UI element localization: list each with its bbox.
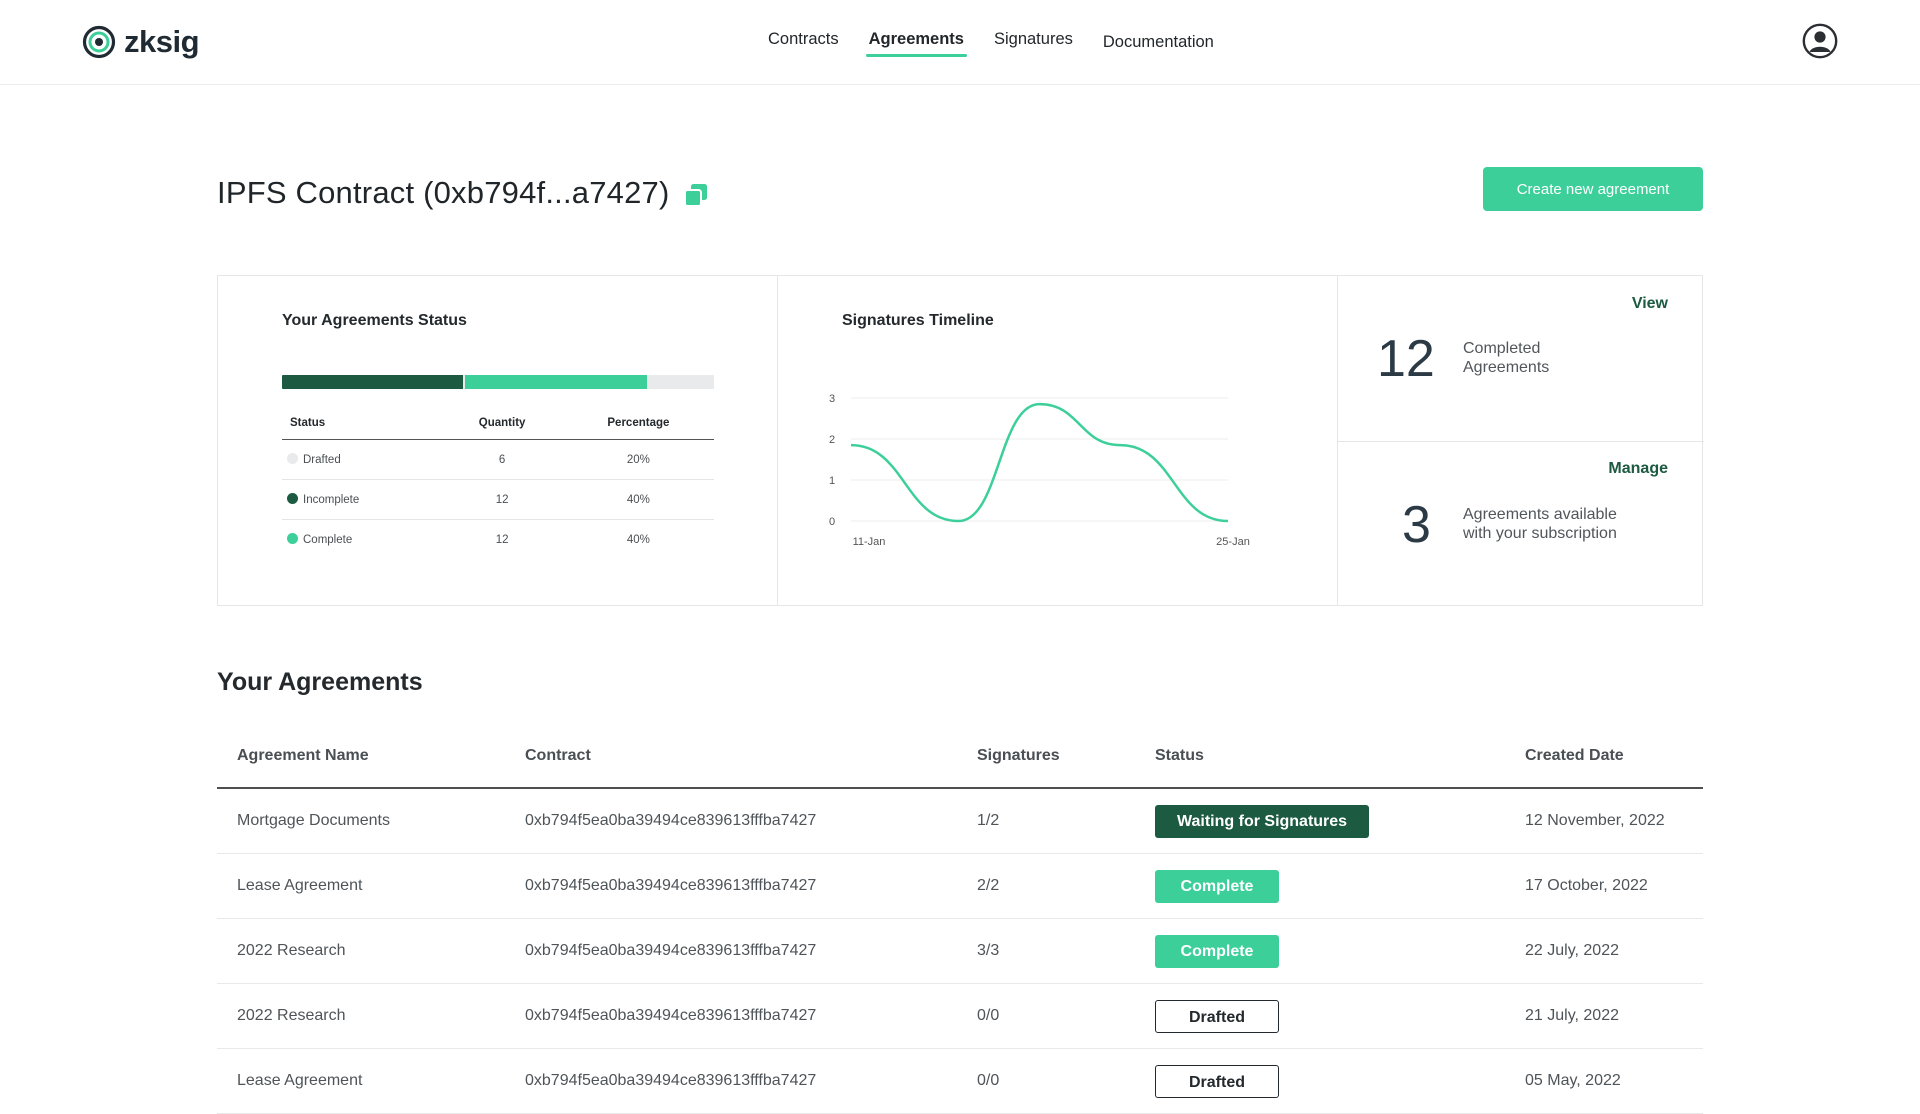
x-tick-label: 25-Jan [1216, 536, 1250, 548]
nav-agreements[interactable]: Agreements [865, 30, 968, 57]
stats-panel: Your Agreements Status Status Quantity P… [217, 275, 1704, 606]
status-col-header[interactable]: Status [1155, 725, 1525, 789]
status-quantity: 6 [441, 439, 563, 480]
status-badge: Complete [1155, 869, 1279, 903]
x-tick-label: 11-Jan [853, 536, 886, 548]
agreement-contract: 0xb794f5ea0ba39494ce839613fffba7427 [525, 918, 977, 984]
status-col-header: Status [282, 406, 442, 440]
agreement-row[interactable]: 2022 Research 0xb794f5ea0ba39494ce839613… [217, 918, 1703, 984]
agreement-created-date: 17 October, 2022 [1525, 853, 1703, 919]
status-label: Incomplete [303, 494, 360, 506]
status-dot-complete [287, 533, 298, 544]
signatures-col-header[interactable]: Signatures [977, 725, 1155, 789]
agreement-signatures: 0/0 [977, 983, 1155, 1049]
main-nav: Contracts Agreements Signatures Document… [768, 30, 1244, 58]
quantity-col-header: Quantity [441, 406, 563, 440]
agreement-created-date: 21 July, 2022 [1525, 983, 1703, 1049]
agreement-signatures: 3/3 [977, 918, 1155, 984]
status-row: Incomplete 12 40% [282, 479, 714, 520]
status-percentage: 40% [562, 479, 714, 520]
agreement-name: Lease Agreement [217, 853, 525, 919]
user-avatar-icon[interactable] [1802, 23, 1838, 59]
agreement-name: Lease Agreement [217, 1048, 525, 1114]
agreement-row[interactable]: Lease Agreement 0xb794f5ea0ba39494ce8396… [217, 853, 1703, 919]
status-table: Status Quantity Percentage Drafted 6 20%… [282, 406, 714, 559]
agreement-name: 2022 Research [217, 983, 525, 1049]
status-badge: Drafted [1155, 1064, 1279, 1098]
completed-label: Completed Agreements [1463, 340, 1550, 376]
status-label: Drafted [303, 454, 341, 466]
agreements-table: Agreement Name Contract Signatures Statu… [217, 725, 1703, 1114]
create-agreement-button[interactable]: Create new agreement [1483, 167, 1703, 211]
zksig-logo-icon [82, 25, 116, 59]
copy-icon[interactable] [683, 182, 709, 208]
agreement-name: 2022 Research [217, 918, 525, 984]
name-col-header[interactable]: Agreement Name [217, 725, 525, 789]
top-header: zksig Contracts Agreements Signatures Do… [0, 0, 1920, 85]
page-title: IPFS Contract (0xb794f...a7427) [217, 175, 670, 210]
agreement-signatures: 0/0 [977, 1048, 1155, 1114]
agreement-name: Mortgage Documents [217, 788, 525, 854]
created-col-header[interactable]: Created Date [1525, 725, 1703, 789]
agreements-status-card: Your Agreements Status Status Quantity P… [218, 276, 778, 605]
progress-segment-incomplete [282, 375, 464, 389]
available-count: 3 [1402, 496, 1431, 554]
agreement-row[interactable]: Mortgage Documents 0xb794f5ea0ba39494ce8… [217, 788, 1703, 854]
status-badge: Complete [1155, 934, 1279, 968]
agreement-created-date: 12 November, 2022 [1525, 788, 1703, 854]
status-row: Complete 12 40% [282, 520, 714, 560]
status-badge: Waiting for Signatures [1155, 804, 1370, 838]
signatures-timeline-chart: 0 1 2 3 11-Jan 25-Jan [829, 393, 1250, 548]
status-label: Complete [303, 534, 353, 546]
status-row: Drafted 6 20% [282, 439, 714, 480]
agreement-contract: 0xb794f5ea0ba39494ce839613fffba7427 [525, 1048, 977, 1114]
timeline-card-title: Signatures Timeline [842, 312, 994, 329]
available-summary: Manage 3 Agreements available with your … [1338, 442, 1704, 607]
nav-contracts[interactable]: Contracts [768, 30, 839, 55]
completed-count: 12 [1377, 330, 1435, 388]
available-label: Agreements available with your subscript… [1463, 506, 1617, 542]
agreement-created-date: 05 May, 2022 [1525, 1048, 1703, 1114]
status-quantity: 12 [495, 533, 509, 546]
status-quantity: 12 [441, 479, 563, 520]
agreements-section-title: Your Agreements [217, 668, 423, 696]
agreement-created-date: 22 July, 2022 [1525, 918, 1703, 984]
agreement-contract: 0xb794f5ea0ba39494ce839613fffba7427 [525, 983, 977, 1049]
status-dot-incomplete [287, 493, 298, 504]
y-tick-label: 3 [829, 393, 835, 405]
brand-logo[interactable]: zksig [82, 24, 200, 60]
status-badge: Drafted [1155, 999, 1279, 1033]
percentage-col-header: Percentage [562, 406, 714, 440]
y-tick-label: 2 [829, 434, 835, 446]
status-progress-bar [282, 375, 714, 389]
progress-segment-complete [465, 375, 647, 389]
nav-signatures[interactable]: Signatures [994, 30, 1073, 55]
signatures-timeline-card: Signatures Timeline 0 1 2 3 11-Jan 25-Jan [778, 276, 1338, 605]
y-tick-label: 1 [829, 475, 835, 487]
series-line [850, 402, 1229, 523]
status-dot-drafted [287, 453, 298, 464]
y-tick-label: 0 [829, 516, 835, 528]
agreement-contract: 0xb794f5ea0ba39494ce839613fffba7427 [525, 788, 977, 854]
view-link[interactable]: View [1632, 295, 1668, 313]
agreement-signatures: 2/2 [977, 853, 1155, 919]
agreement-row[interactable]: Lease Agreement 0xb794f5ea0ba39494ce8396… [217, 1048, 1703, 1114]
agreement-signatures: 1/2 [977, 788, 1155, 854]
brand-name: zksig [124, 24, 200, 59]
completed-summary: View 12 Completed Agreements [1338, 276, 1704, 442]
status-card-title: Your Agreements Status [282, 312, 467, 329]
agreement-contract: 0xb794f5ea0ba39494ce839613fffba7427 [525, 853, 977, 919]
contract-col-header[interactable]: Contract [525, 725, 977, 789]
nav-documentation[interactable]: Documentation [1103, 33, 1214, 58]
agreement-row[interactable]: 2022 Research 0xb794f5ea0ba39494ce839613… [217, 983, 1703, 1049]
status-percentage: 40% [626, 533, 650, 546]
manage-link[interactable]: Manage [1608, 460, 1668, 478]
summary-card: View 12 Completed Agreements Manage 3 Ag… [1338, 276, 1704, 605]
status-percentage: 20% [562, 439, 714, 480]
